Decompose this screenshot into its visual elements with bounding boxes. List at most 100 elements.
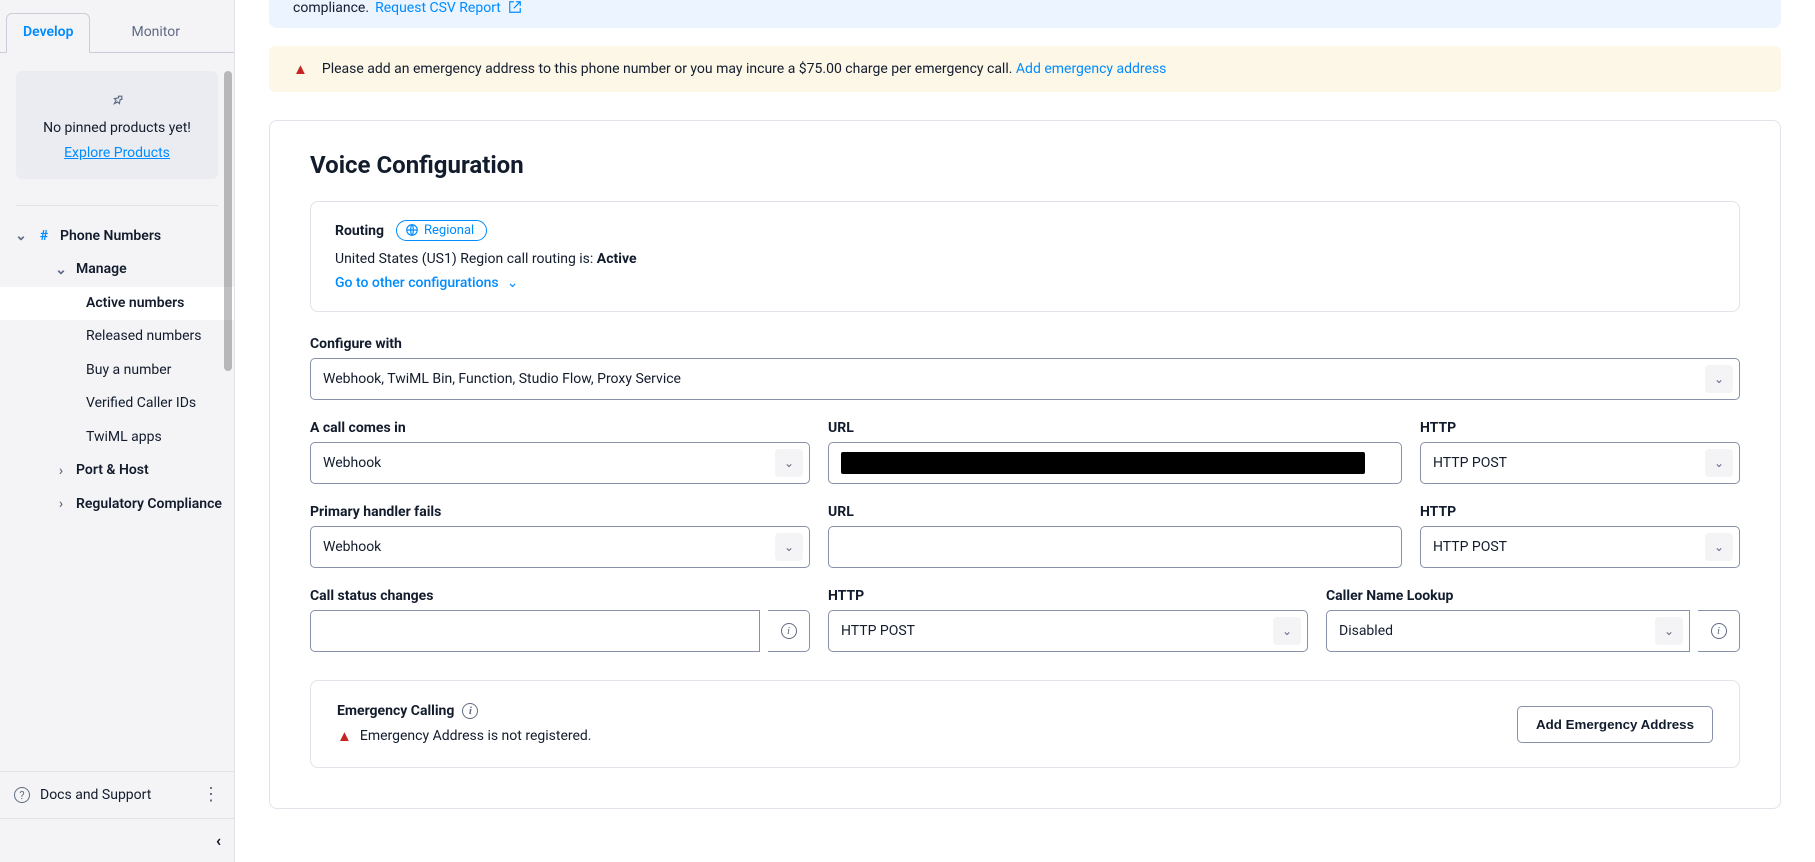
call-in-http-label: HTTP [1420,420,1740,436]
nav-twiml-apps[interactable]: TwiML apps [0,421,234,455]
pill-text: Regional [424,223,474,238]
chevron-down-icon: ⌄ [1273,617,1301,645]
nav-label: Released numbers [86,328,202,346]
emergency-address-alert: ▲ Please add an emergency address to thi… [269,46,1781,92]
routing-status-text: United States (US1) Region call routing … [335,251,1715,267]
sidebar-footer: ? Docs and Support ⋮ [0,771,234,818]
call-comes-in-select[interactable]: Webhook ⌄ [310,442,810,484]
chevron-down-icon: ⌄ [1705,533,1733,561]
info-banner: compliance. Request CSV Report [269,0,1781,28]
chevron-down-icon: ⌄ [1655,617,1683,645]
chevron-down-icon: ⌄ [54,262,68,278]
warning-icon: ▲ [337,727,352,745]
select-value: Disabled [1339,623,1393,639]
sidebar-scroll: No pinned products yet! Explore Products… [0,53,234,771]
select-value: Webhook, TwiML Bin, Function, Studio Flo… [323,371,681,387]
call-comes-in-label: A call comes in [310,420,810,436]
main-content: compliance. Request CSV Report ▲ Please … [235,0,1815,862]
chevron-right-icon: › [54,463,68,479]
tab-develop[interactable]: Develop [6,13,90,53]
call-in-url-input[interactable] [828,442,1402,484]
info-icon: i [781,623,797,639]
nav-label: Phone Numbers [60,228,161,246]
primary-fail-url-label: URL [828,504,1402,520]
nav-label: Buy a number [86,362,171,380]
docs-and-support[interactable]: ? Docs and Support [14,787,151,803]
call-in-http-select[interactable]: HTTP POST ⌄ [1420,442,1740,484]
divider [16,205,218,206]
primary-fail-http-label: HTTP [1420,504,1740,520]
emergency-not-registered-text: Emergency Address is not registered. [360,728,592,744]
primary-fail-url-input[interactable] [828,526,1402,568]
call-status-url-input[interactable] [310,610,760,652]
call-in-url-label: URL [828,420,1402,436]
nav-verified-caller-ids[interactable]: Verified Caller IDs [0,387,234,421]
select-value: Webhook [323,455,381,471]
add-emergency-address-link[interactable]: Add emergency address [1016,61,1166,77]
nav-phone-numbers[interactable]: ⌄ # Phone Numbers [0,220,234,254]
voice-config-title: Voice Configuration [310,151,1740,179]
help-icon: ? [14,787,30,803]
nav-regulatory-compliance[interactable]: › Regulatory Compliance [0,488,234,522]
routing-prefix: United States (US1) Region call routing … [335,251,593,267]
call-status-http-label: HTTP [828,588,1308,604]
caller-lookup-label: Caller Name Lookup [1326,588,1740,604]
add-emergency-address-button[interactable]: Add Emergency Address [1517,706,1713,743]
banner-tail-text: compliance. [293,0,369,16]
goto-other-configurations[interactable]: Go to other configurations ⌄ [335,275,518,291]
call-status-label: Call status changes [310,588,810,604]
call-status-info-button[interactable]: i [768,610,810,652]
emergency-calling-panel: Emergency Calling i ▲ Emergency Address … [310,680,1740,768]
nav-released-numbers[interactable]: Released numbers [0,320,234,354]
request-csv-report-link[interactable]: Request CSV Report [375,0,522,16]
primary-fail-select[interactable]: Webhook ⌄ [310,526,810,568]
select-value: HTTP POST [1433,455,1507,471]
info-icon[interactable]: i [462,703,478,719]
pin-icon [106,90,127,111]
select-value: HTTP POST [841,623,915,639]
chevron-down-icon: ⌄ [775,533,803,561]
external-link-icon [508,0,522,16]
configure-with-select[interactable]: Webhook, TwiML Bin, Function, Studio Flo… [310,358,1740,400]
more-menu-icon[interactable]: ⋮ [202,786,220,804]
alert-body: Please add an emergency address to this … [322,61,1167,77]
regional-pill[interactable]: Regional [396,220,487,241]
collapse-sidebar[interactable]: ‹‹ [0,818,234,862]
tab-monitor[interactable]: Monitor [114,13,197,53]
call-status-http-select[interactable]: HTTP POST ⌄ [828,610,1308,652]
caller-lookup-info-button[interactable]: i [1698,610,1740,652]
routing-panel: Routing Regional United States (US1) Reg… [310,201,1740,312]
hash-icon: # [36,228,52,244]
caller-lookup-select[interactable]: Disabled ⌄ [1326,610,1690,652]
chevron-down-icon: ⌄ [1705,449,1733,477]
nav-label: TwiML apps [86,429,162,447]
info-icon: i [1711,623,1727,639]
select-value: HTTP POST [1433,539,1507,555]
explore-products-link[interactable]: Explore Products [64,145,170,161]
sidebar-tabs: Develop Monitor [0,0,234,53]
sidebar: Develop Monitor No pinned products yet! … [0,0,235,862]
warning-icon: ▲ [293,60,308,78]
scrollbar-thumb[interactable] [224,71,232,371]
voice-configuration-card: Voice Configuration Routing Regional Uni… [269,120,1781,809]
docs-label: Docs and Support [40,787,151,803]
chevron-down-icon: ⌄ [1705,365,1733,393]
redacted-url-value [841,452,1365,474]
configure-with-label: Configure with [310,336,1740,352]
nav-label: Manage [76,261,127,279]
nav-active-numbers[interactable]: Active numbers [0,287,234,321]
globe-icon [405,223,419,238]
routing-label: Routing [335,223,384,239]
nav-manage[interactable]: ⌄ Manage [0,253,234,287]
nav-buy-number[interactable]: Buy a number [0,354,234,388]
primary-fail-http-select[interactable]: HTTP POST ⌄ [1420,526,1740,568]
pinned-empty-text: No pinned products yet! [32,119,202,139]
pinned-products-box: No pinned products yet! Explore Products [16,71,218,179]
select-value: Webhook [323,539,381,555]
nav-label: Port & Host [76,462,149,480]
routing-status: Active [597,251,637,267]
nav-port-host[interactable]: › Port & Host [0,454,234,488]
alert-text: Please add an emergency address to this … [322,61,1013,77]
nav-label: Verified Caller IDs [86,395,196,413]
link-text: Request CSV Report [375,0,501,16]
